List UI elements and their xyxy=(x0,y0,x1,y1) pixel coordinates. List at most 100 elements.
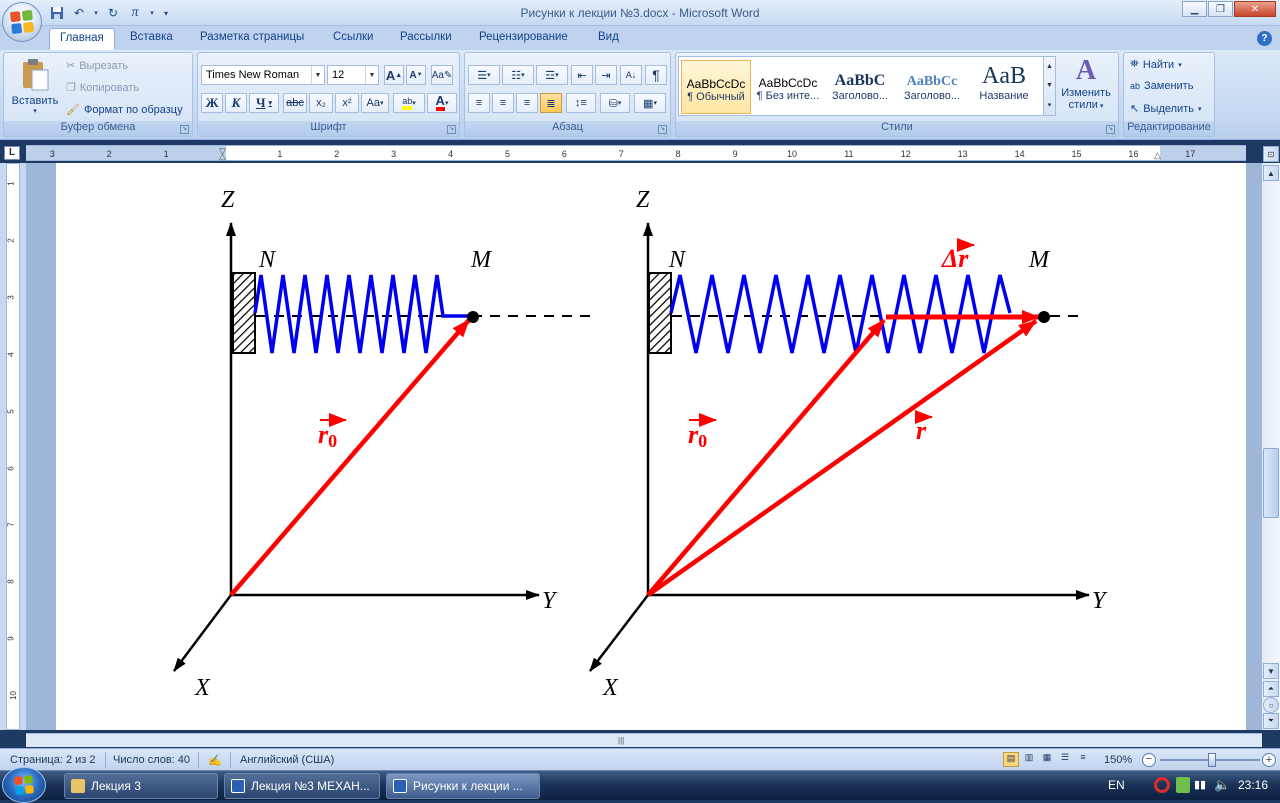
word-count[interactable]: Число слов: 40 xyxy=(113,754,190,766)
language-indicator[interactable]: Английский (США) xyxy=(240,754,334,766)
vertical-ruler[interactable]: 1 2 3 4 5 6 7 8 9 10 xyxy=(0,163,26,730)
web-layout-icon[interactable]: ▦ xyxy=(1039,752,1055,767)
previous-page-icon[interactable]: ⏶ xyxy=(1263,681,1279,697)
office-button[interactable] xyxy=(2,2,42,42)
tab-home[interactable]: Главная xyxy=(49,28,115,51)
horizontal-ruler[interactable]: 3 2 1 1 2 3 4 5 6 7 8 9 10 11 12 13 14 15 16 17 ▽ △ △ xyxy=(26,145,1246,161)
vertical-scrollbar[interactable]: ⊡ ▲ ▼ ⏶ ○ ⏷ xyxy=(1262,146,1280,730)
style-heading-2[interactable]: AaBbCc Заголово... xyxy=(897,60,967,114)
style-title[interactable]: AaB Название xyxy=(969,60,1039,114)
draft-icon[interactable]: ≡ xyxy=(1075,752,1091,767)
zoom-level[interactable]: 150% xyxy=(1104,754,1132,766)
right-indent-icon[interactable]: △ xyxy=(1154,150,1161,161)
style-heading-1[interactable]: AaBbC Заголово... xyxy=(825,60,895,114)
style-no-spacing[interactable]: AaBbCcDc ¶ Без инте... xyxy=(753,60,823,114)
tab-review[interactable]: Рецензирование xyxy=(479,31,568,43)
opera-icon[interactable] xyxy=(1154,777,1170,793)
select-button[interactable]: ↖ Выделить ▾ xyxy=(1130,102,1201,116)
restore-button[interactable]: ❐ xyxy=(1208,1,1233,17)
volume-icon[interactable]: 🔈 xyxy=(1214,777,1230,793)
change-styles-button[interactable]: A Изменить стили ▾ xyxy=(1058,55,1114,121)
document-page[interactable]: Z Y X N M r0 Z Y X N M r0 r Δr xyxy=(56,163,1246,730)
tab-page-layout[interactable]: Разметка страницы xyxy=(200,31,304,43)
line-spacing-button[interactable]: ↕≡ xyxy=(566,93,596,113)
replace-button[interactable]: ab Заменить xyxy=(1130,80,1193,92)
print-layout-icon[interactable]: ▤ xyxy=(1003,752,1019,767)
minimize-button[interactable]: ▁ xyxy=(1182,1,1207,17)
bold-button[interactable]: Ж xyxy=(201,93,223,113)
task-folder-lecture3[interactable]: Лекция 3 xyxy=(64,773,218,799)
browse-object-icon[interactable]: ○ xyxy=(1263,697,1279,713)
underline-button[interactable]: Ч ▾ xyxy=(249,93,279,113)
network-icon[interactable]: ▮▮ xyxy=(1194,778,1206,791)
numbering-button[interactable]: ☷ ▾ xyxy=(502,65,534,85)
dialog-launcher-icon[interactable]: ↘ xyxy=(180,125,189,134)
scroll-down-icon[interactable]: ▼ xyxy=(1263,663,1279,679)
align-left-button[interactable]: ≡ xyxy=(468,93,490,113)
subscript-button[interactable]: x₂ xyxy=(309,93,333,113)
increase-indent-button[interactable]: ⇥ xyxy=(595,65,617,85)
proofing-icon[interactable]: ✍ xyxy=(208,754,222,767)
dialog-launcher-icon[interactable]: ↘ xyxy=(658,125,667,134)
next-page-icon[interactable]: ⏷ xyxy=(1263,713,1279,729)
styles-gallery-scroll[interactable]: ▲ ▼ ▾ xyxy=(1043,56,1056,116)
dialog-launcher-icon[interactable]: ↘ xyxy=(1106,125,1115,134)
help-icon[interactable]: ? xyxy=(1257,31,1272,46)
task-word-figures[interactable]: Рисунки к лекции ... xyxy=(386,773,540,799)
clear-formatting-button[interactable]: Aa✎ xyxy=(431,65,453,85)
decrease-indent-button[interactable]: ⇤ xyxy=(571,65,593,85)
hanging-indent-icon[interactable]: △ xyxy=(219,151,226,162)
chevron-down-icon[interactable]: ▼ xyxy=(1046,82,1053,89)
page-count[interactable]: Страница: 2 из 2 xyxy=(10,754,96,766)
zoom-slider-thumb[interactable] xyxy=(1208,753,1216,767)
cut-button[interactable]: ✂ Вырезать xyxy=(66,59,128,73)
find-button[interactable]: ⛯ Найти ▾ xyxy=(1130,58,1182,71)
full-screen-reading-icon[interactable]: ▥ xyxy=(1021,752,1037,767)
outline-icon[interactable]: ☰ xyxy=(1057,752,1073,767)
align-center-button[interactable]: ≡ xyxy=(492,93,514,113)
chevron-up-icon[interactable]: ▲ xyxy=(1046,63,1053,70)
scroll-thumb[interactable] xyxy=(1263,448,1279,518)
copy-button[interactable]: ❐ Копировать xyxy=(66,81,139,95)
horizontal-scrollbar[interactable]: ||| xyxy=(26,733,1262,747)
tab-insert[interactable]: Вставка xyxy=(130,31,173,43)
sort-button[interactable]: A↓ xyxy=(620,65,642,85)
bullets-button[interactable]: ☰ ▾ xyxy=(468,65,500,85)
show-marks-button[interactable]: ¶ xyxy=(645,65,667,85)
font-size-combo[interactable]: 12 ▼ xyxy=(327,65,379,85)
font-color-button[interactable]: A ▾ xyxy=(427,93,457,113)
shading-button[interactable]: ⛁ ▾ xyxy=(600,93,630,113)
close-button[interactable]: ✕ xyxy=(1234,1,1276,17)
ruler-toggle-icon[interactable]: ⊡ xyxy=(1263,146,1279,162)
multilevel-list-button[interactable]: ☲ ▾ xyxy=(536,65,568,85)
justify-button[interactable]: ≣ xyxy=(540,93,562,113)
superscript-button[interactable]: x² xyxy=(335,93,359,113)
tab-view[interactable]: Вид xyxy=(598,31,619,43)
tab-references[interactable]: Ссылки xyxy=(333,31,374,43)
italic-button[interactable]: К xyxy=(225,93,247,113)
dialog-launcher-icon[interactable]: ↘ xyxy=(447,125,456,134)
clock[interactable]: 23:16 xyxy=(1238,778,1268,792)
change-case-button[interactable]: Aa ▾ xyxy=(361,93,389,113)
task-word-lecture3[interactable]: Лекция №3 МЕХАН... xyxy=(224,773,380,799)
language-indicator[interactable]: EN xyxy=(1108,778,1125,792)
scroll-grip-icon[interactable]: ||| xyxy=(618,736,624,745)
zoom-out-icon[interactable]: − xyxy=(1142,753,1156,767)
style-normal[interactable]: AaBbCcDc ¶ Обычный xyxy=(681,60,751,114)
highlight-button[interactable]: ab ▾ xyxy=(393,93,425,113)
tab-selector[interactable]: L xyxy=(4,146,20,160)
scroll-up-icon[interactable]: ▲ xyxy=(1263,165,1279,181)
paste-button[interactable]: Вставить ▾ xyxy=(7,56,63,118)
tab-mailings[interactable]: Рассылки xyxy=(400,31,452,43)
shrink-font-button[interactable]: A ▼ xyxy=(406,65,426,85)
grow-font-button[interactable]: A ▲ xyxy=(384,65,404,85)
more-icon[interactable]: ▾ xyxy=(1048,101,1052,109)
strikethrough-button[interactable]: abc xyxy=(283,93,307,113)
font-name-combo[interactable]: Times New Roman ▼ xyxy=(201,65,325,85)
tray-app-icon[interactable] xyxy=(1176,777,1190,793)
borders-button[interactable]: ▦ ▾ xyxy=(634,93,666,113)
format-painter-button[interactable]: 🖌 Формат по образцу xyxy=(66,103,183,117)
zoom-in-icon[interactable]: + xyxy=(1262,753,1276,767)
align-right-button[interactable]: ≡ xyxy=(516,93,538,113)
start-button[interactable] xyxy=(2,767,46,803)
